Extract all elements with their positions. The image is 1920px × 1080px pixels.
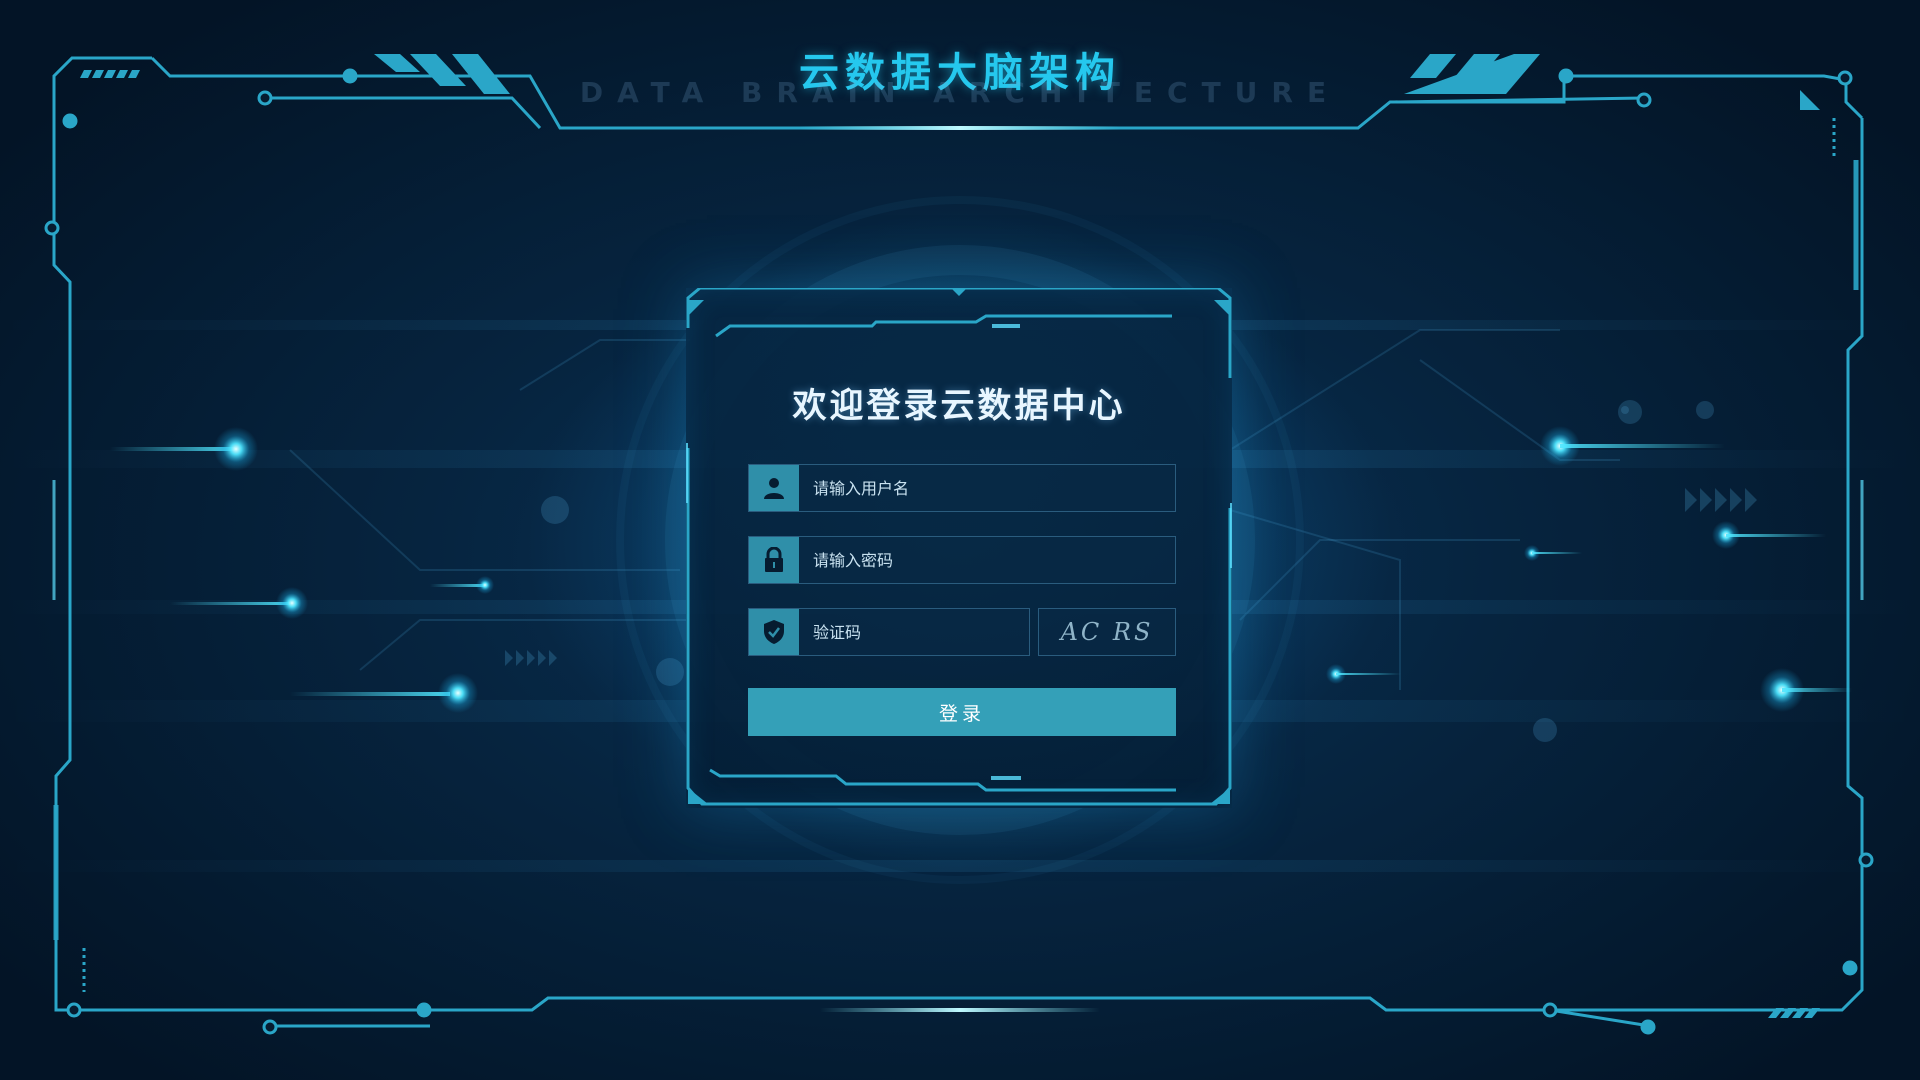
password-field <box>748 536 1176 584</box>
login-title: 欢迎登录云数据中心 <box>792 386 1126 426</box>
username-input[interactable] <box>799 465 1175 511</box>
lock-icon <box>749 537 799 583</box>
user-icon <box>749 465 799 511</box>
password-input[interactable] <box>799 537 1175 583</box>
captcha-field <box>748 608 1030 656</box>
shield-check-icon <box>749 609 799 655</box>
captcha-input[interactable] <box>799 609 1029 655</box>
page-subtitle: DATA BRAIN ARCHITECTURE <box>579 76 1341 109</box>
captcha-image[interactable]: AC RS <box>1038 608 1176 656</box>
login-panel: 欢迎登录云数据中心 请输入用户名 验证码 AC RS 登录 <box>686 288 1232 808</box>
login-screen: 云数据大脑架构 DATA BRAIN ARCHITECTURE 欢迎登录云数据中… <box>0 0 1920 1080</box>
login-button[interactable]: 登录 <box>748 688 1176 736</box>
username-field <box>748 464 1176 512</box>
